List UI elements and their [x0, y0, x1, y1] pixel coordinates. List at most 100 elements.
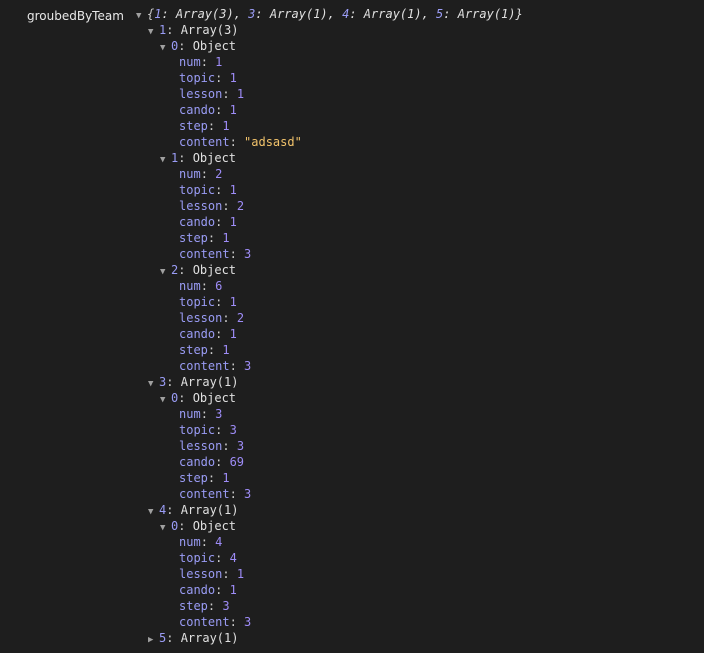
property-key: step: [179, 231, 208, 245]
property-value: 69: [229, 455, 245, 469]
property-row: step: 1: [179, 471, 230, 485]
property-key: cando: [179, 583, 216, 597]
property-value: 2: [236, 199, 245, 213]
property-row: cando: 1: [179, 103, 237, 117]
property-value: 1: [229, 215, 237, 229]
object-item-row[interactable]: ▼ 2: Object: [0, 262, 523, 278]
array-group-row[interactable]: ▼ 1: Array(3): [0, 22, 523, 38]
property-key: cando: [179, 327, 216, 341]
property-value: 1: [229, 583, 237, 597]
property-row: step: 1: [179, 343, 230, 357]
property-row: content: "adsasd": [179, 135, 302, 149]
preview-value: Array(1): [269, 7, 328, 21]
property-key: content: [179, 247, 230, 261]
property-key: lesson: [179, 439, 223, 453]
property-row: lesson: 3: [179, 439, 245, 453]
property-value: 1: [236, 567, 245, 581]
object-item-row[interactable]: ▼ 0: Object: [0, 38, 523, 54]
property-key: lesson: [179, 199, 223, 213]
root-object-row[interactable]: ▼ {1: Array(3), 3: Array(1), 4: Array(1),…: [0, 6, 523, 22]
object-preview: {1: Array(3), 3: Array(1), 4: Array(1), …: [147, 7, 523, 21]
property-row: num: 3: [179, 407, 223, 421]
property-key: content: [179, 615, 230, 629]
property-value: 3: [222, 599, 230, 613]
property-value: 3: [215, 407, 223, 421]
property-value: 1: [229, 103, 237, 117]
property-key: lesson: [179, 87, 223, 101]
item-type: Object: [192, 263, 237, 277]
property-row: num: 4: [179, 535, 223, 549]
property-row: content: 3: [179, 615, 252, 629]
item-type: Object: [192, 519, 237, 533]
property-value: 1: [215, 55, 223, 69]
object-tree: ▼ {1: Array(3), 3: Array(1), 4: Array(1),…: [0, 6, 523, 646]
property-value: 1: [236, 87, 245, 101]
property-key: num: [179, 407, 201, 421]
object-item-row[interactable]: ▼ 0: Object: [0, 518, 523, 534]
property-key: topic: [179, 551, 216, 565]
property-value: 3: [244, 615, 252, 629]
item-type: Object: [192, 151, 237, 165]
property-value: 1: [229, 295, 237, 309]
property-row: topic: 3: [179, 423, 237, 437]
property-row: step: 1: [179, 119, 230, 133]
property-row: num: 6: [179, 279, 223, 293]
property-row: cando: 1: [179, 215, 237, 229]
group-type: Array(1): [180, 503, 239, 517]
property-key: num: [179, 55, 201, 69]
property-row: lesson: 2: [179, 311, 245, 325]
property-value: 2: [236, 311, 245, 325]
property-value: 1: [229, 183, 237, 197]
item-type: Object: [192, 39, 237, 53]
property-key: num: [179, 535, 201, 549]
preview-value: Array(1): [363, 7, 422, 21]
property-value: 1: [229, 71, 237, 85]
property-value: 1: [222, 119, 230, 133]
property-key: step: [179, 471, 208, 485]
property-key: topic: [179, 423, 216, 437]
property-key: step: [179, 119, 208, 133]
property-row: step: 3: [179, 599, 230, 613]
property-value: 4: [229, 551, 237, 565]
array-group-row[interactable]: ▼ 4: Array(1): [0, 502, 523, 518]
property-value: "adsasd": [244, 135, 302, 149]
property-row: lesson: 1: [179, 87, 245, 101]
property-value: 1: [222, 471, 230, 485]
group-type: Array(1): [180, 631, 239, 645]
property-value: 1: [229, 327, 237, 341]
property-key: step: [179, 599, 208, 613]
property-row: topic: 1: [179, 183, 237, 197]
property-row: lesson: 1: [179, 567, 245, 581]
property-key: content: [179, 487, 230, 501]
property-value: 4: [215, 535, 223, 549]
property-row: num: 1: [179, 55, 223, 69]
property-row: topic: 4: [179, 551, 237, 565]
array-group-row[interactable]: ▼ 3: Array(1): [0, 374, 523, 390]
triangle-right-icon[interactable]: ▶: [148, 632, 159, 648]
property-key: content: [179, 359, 230, 373]
property-row: step: 1: [179, 231, 230, 245]
property-value: 3: [244, 359, 252, 373]
property-value: 6: [215, 279, 223, 293]
property-value: 1: [222, 231, 230, 245]
preview-value: Array(3): [175, 7, 234, 21]
property-key: topic: [179, 295, 216, 309]
property-row: lesson: 2: [179, 199, 245, 213]
property-value: 1: [222, 343, 230, 357]
property-value: 2: [215, 167, 223, 181]
property-value: 3: [244, 247, 252, 261]
property-row: cando: 69: [179, 455, 245, 469]
property-key: topic: [179, 183, 216, 197]
preview-value: Array(1): [457, 7, 516, 21]
group-type: Array(1): [180, 375, 239, 389]
property-row: cando: 1: [179, 327, 237, 341]
property-key: content: [179, 135, 230, 149]
property-value: 3: [244, 487, 252, 501]
object-item-row[interactable]: ▼ 1: Object: [0, 150, 523, 166]
array-group-row[interactable]: ▶ 5: Array(1): [0, 630, 523, 646]
object-item-row[interactable]: ▼ 0: Object: [0, 390, 523, 406]
property-key: cando: [179, 455, 216, 469]
property-key: step: [179, 343, 208, 357]
property-key: lesson: [179, 567, 223, 581]
property-row: cando: 1: [179, 583, 237, 597]
